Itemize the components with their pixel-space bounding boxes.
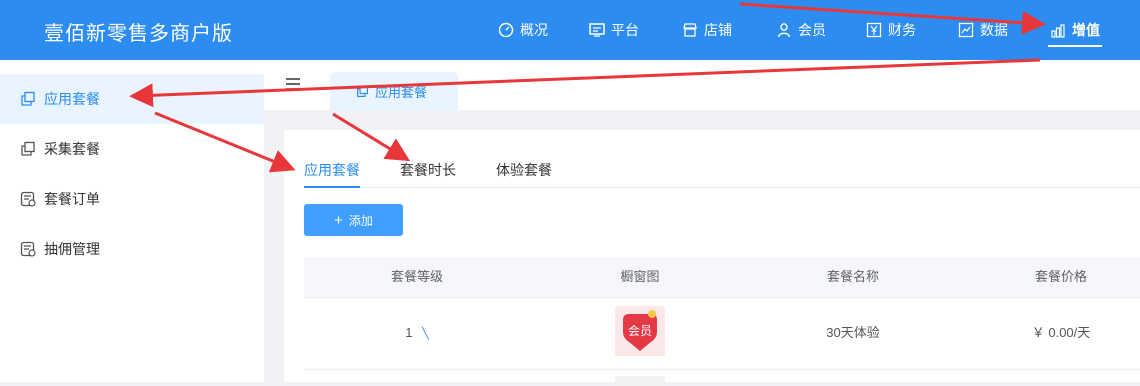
nav-label: 平台 [611,22,639,38]
sidebar-item-collect-package[interactable]: 采集套餐 [0,124,264,174]
subtab-trial-package[interactable]: 体验套餐 [496,160,552,180]
table-header: 套餐等级 橱窗图 套餐名称 套餐价格 [304,257,1140,298]
subtab-divider [304,187,1140,188]
copy-icon [21,91,35,106]
top-navbar: 壹佰新零售多商户版 概况 平台 店铺 会员 财务 数据 增值 [0,0,1140,60]
sidebar-item-package-orders[interactable]: 套餐订单 [0,174,264,224]
copy-icon [357,85,368,97]
brand-title: 壹佰新零售多商户版 [44,23,233,45]
nav-label: 增值 [1072,22,1100,38]
yen-icon [866,22,882,38]
package-thumbnail: 会员 [615,306,665,356]
table-row: 1 ╲ 30天体验 ￥ 0.00/天 [304,297,1140,370]
nav-label: 店铺 [704,22,732,38]
svg-text:会员: 会员 [628,324,652,338]
nav-item-overview[interactable]: 概况 [498,0,548,60]
subtab-app-package[interactable]: 应用套餐 [304,160,360,180]
page-tab-label: 应用套餐 [375,84,428,100]
nav-label: 财务 [888,22,916,38]
nav-item-data[interactable]: 数据 [958,0,1008,60]
cell-name: 30天体验 [826,325,880,340]
sidebar: 应用套餐 采集套餐 套餐订单 抽佣管理 [0,60,264,382]
cell-level: 1 ╲ [405,325,429,340]
nav-item-value-added[interactable]: 增值 [1050,0,1100,60]
plus-icon: + [334,211,343,229]
dashboard-icon [498,22,514,38]
column-header-name: 套餐名称 [826,269,879,284]
chart-icon [958,22,974,38]
order-icon [20,191,36,207]
sidebar-item-commission[interactable]: 抽佣管理 [0,224,264,274]
store-icon [683,23,697,37]
nav-label: 数据 [980,22,1008,38]
nav-item-store[interactable]: 店铺 [682,0,732,60]
column-header-price: 套餐价格 [1034,269,1087,284]
sidebar-item-label: 应用套餐 [44,91,100,107]
nav-label: 概况 [520,22,548,38]
member-badge-icon: 会员 [623,310,657,351]
subtab-package-duration[interactable]: 套餐时长 [400,160,456,180]
sidebar-item-app-package[interactable]: 应用套餐 [0,74,264,124]
cell-price: ￥ 0.00/天 [1031,325,1091,340]
menu-toggle-icon[interactable] [286,78,300,90]
page-tab-app-package[interactable]: 应用套餐 [330,72,458,110]
sidebar-item-label: 抽佣管理 [44,241,100,257]
subtab-active-indicator [304,186,360,188]
sidebar-item-label: 套餐订单 [44,191,100,207]
nav-label: 会员 [798,22,826,38]
copy-icon [21,141,35,156]
nav-item-platform[interactable]: 平台 [589,0,639,60]
monitor-icon [589,23,605,37]
user-icon [777,23,791,38]
bar-chart-icon [1051,24,1065,38]
column-header-image: 橱窗图 [620,269,660,284]
edit-icon[interactable]: ╲ [422,328,429,340]
column-header-level: 套餐等级 [390,269,443,284]
nav-active-indicator [1048,45,1102,47]
package-thumbnail-next [615,376,665,386]
add-button[interactable]: + 添加 [304,204,403,236]
order-icon [20,241,36,257]
nav-item-finance[interactable]: 财务 [866,0,916,60]
nav-item-member[interactable]: 会员 [776,0,826,60]
add-button-label: 添加 [348,213,373,228]
sidebar-item-label: 采集套餐 [44,141,100,157]
